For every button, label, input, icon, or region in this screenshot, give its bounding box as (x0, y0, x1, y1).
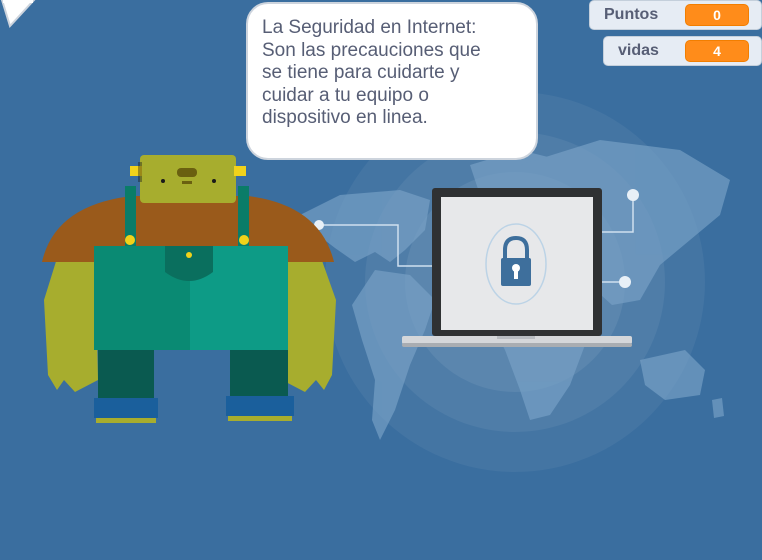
score-label: Puntos (604, 6, 659, 23)
lives-value: 4 (685, 40, 749, 62)
speech-bubble: La Seguridad en Internet: Son las precau… (246, 2, 538, 160)
speech-bubble-text: La Seguridad en Internet: Son las precau… (262, 17, 481, 128)
stage[interactable]: La Seguridad en Internet: Son las precau… (0, 0, 762, 560)
lives-monitor[interactable]: vidas 4 (603, 36, 762, 66)
lives-label: vidas (618, 42, 659, 59)
score-monitor[interactable]: Puntos 0 (589, 0, 762, 30)
speech-bubble-tail (0, 0, 36, 28)
score-value: 0 (685, 4, 749, 26)
